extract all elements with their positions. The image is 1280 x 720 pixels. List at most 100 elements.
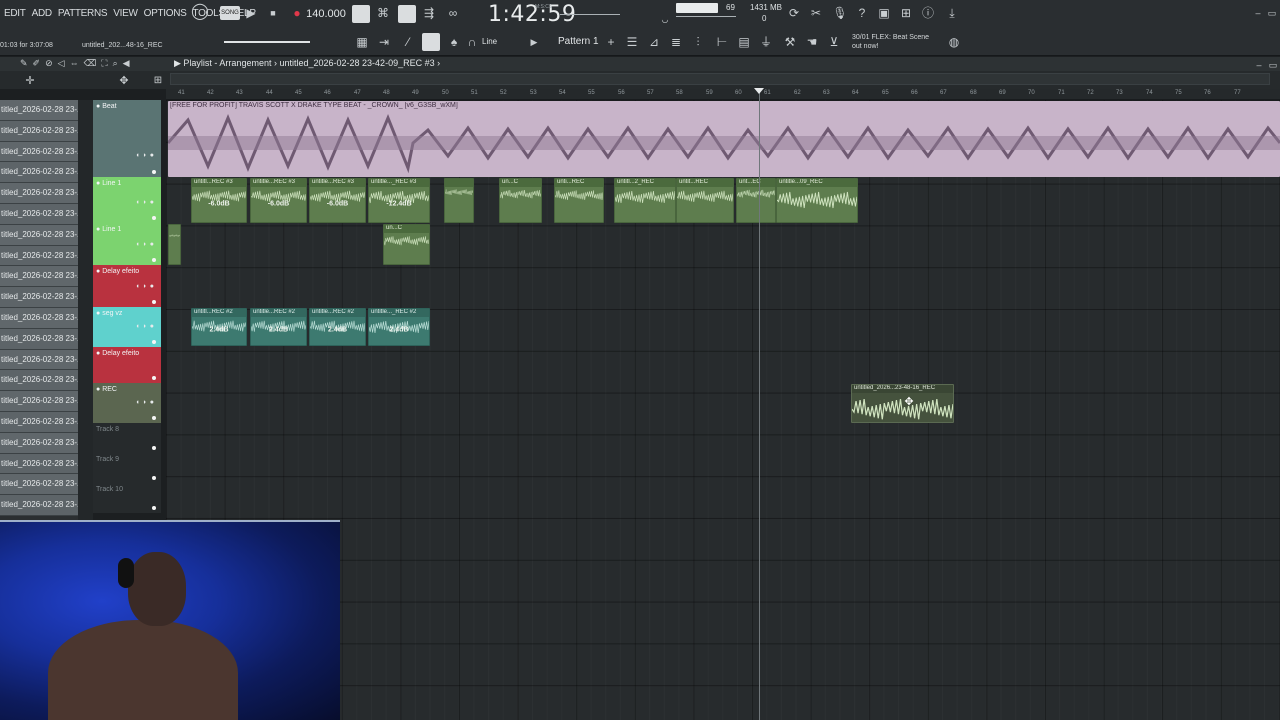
track-controls[interactable]: ◖◗● <box>135 241 157 248</box>
arrangement-overview[interactable] <box>170 73 1270 85</box>
playlist-icon[interactable]: ☰ <box>624 34 640 50</box>
download-icon[interactable]: ⤓ <box>944 5 960 21</box>
file-icon[interactable]: ▤ <box>736 34 752 50</box>
delete-icon[interactable]: ⊘ <box>45 58 53 69</box>
audio-clip-rec[interactable]: untitled_2026...23-48-16_REC ✥ <box>851 384 954 423</box>
audio-clip[interactable]: untitle...REC #3 -6.0dB <box>309 178 366 223</box>
track-led-icon[interactable]: ● <box>96 386 100 393</box>
browser-item[interactable]: titled_2026-02-28 23-... <box>0 245 78 267</box>
track-header-line1[interactable]: ● Line 1 ◖◗● <box>93 177 161 223</box>
browser-item[interactable]: titled_2026-02-28 23-... <box>0 474 78 496</box>
audio-clip[interactable]: untitle..._REC #3 -12.4dB <box>368 178 430 223</box>
menu-edit[interactable]: EDIT <box>4 8 26 19</box>
hand-icon[interactable]: ☚ <box>804 34 820 50</box>
browser-item[interactable]: titled_2026-02-28 23-... <box>0 287 78 308</box>
master-volume-slider[interactable] <box>224 41 310 43</box>
zoom-icon[interactable]: ⌕ <box>113 58 118 69</box>
snap-arrow-icon[interactable]: ⇥ <box>376 34 392 50</box>
audio-clip[interactable]: untit...REC <box>676 178 734 223</box>
browser-item[interactable]: titled_2026-02-28 23-... <box>0 432 78 454</box>
track-header-8[interactable]: Track 8 <box>93 423 161 453</box>
browser-icon[interactable]: ⊢ <box>714 34 730 50</box>
menu-view[interactable]: VIEW <box>113 8 138 19</box>
pattern-arrow-icon[interactable]: ▶ <box>528 34 540 50</box>
refresh-icon[interactable]: ⟳ <box>786 5 802 21</box>
browser-item[interactable]: titled_2026-02-28 23-... <box>0 100 78 121</box>
globe-icon[interactable]: ◍ <box>946 34 962 50</box>
track-header-delay-1[interactable]: ● Delay efeito ◖◗● <box>93 265 161 307</box>
track-header-delay-2[interactable]: ● Delay efeito <box>93 347 161 383</box>
tools-icon[interactable]: ⚒ <box>782 34 798 50</box>
audio-clip[interactable]: un...C <box>383 224 430 265</box>
move-icon[interactable]: ✥ <box>118 73 130 89</box>
minimize-icon[interactable]: – <box>1252 5 1264 21</box>
track-led-icon[interactable]: ● <box>96 180 100 187</box>
audio-clip[interactable] <box>168 224 181 265</box>
track-select-dot[interactable] <box>152 376 156 380</box>
browser-item[interactable]: titled_2026-02-28 23-... <box>0 495 78 516</box>
track-select-dot[interactable] <box>152 416 156 420</box>
browser-item[interactable]: titled_2026-02-28 23-... <box>0 453 78 475</box>
piano-roll-icon[interactable]: ⊿ <box>646 34 662 50</box>
cart-icon[interactable]: ⊻ <box>826 34 842 50</box>
playhead[interactable] <box>759 89 760 720</box>
countdown-button[interactable] <box>398 5 416 23</box>
track-header-rec[interactable]: ● REC ◖◗● <box>93 383 161 423</box>
select-icon[interactable]: ⛶ <box>101 58 107 69</box>
audio-clip[interactable]: unt...EC <box>736 178 776 223</box>
track-led-icon[interactable]: ● <box>96 350 100 357</box>
loop-record-icon[interactable]: ∞ <box>444 5 462 21</box>
browser-item[interactable]: titled_2026-02-28 23-... <box>0 266 78 288</box>
add-pattern-icon[interactable]: + <box>606 34 616 50</box>
browser-item[interactable]: titled_2026-02-28 23-... <box>0 141 78 163</box>
track-header-seg-vz[interactable]: ● seg vz ◖◗● <box>93 307 161 347</box>
slice-icon[interactable]: ⌫ <box>84 58 97 69</box>
browser-scrollbar[interactable] <box>78 100 93 520</box>
audio-clip[interactable] <box>444 178 474 223</box>
paint-icon[interactable]: ✐ <box>33 58 41 69</box>
wait-input-icon[interactable]: ⌘ <box>374 5 392 21</box>
track-led-icon[interactable]: ● <box>96 103 100 110</box>
track-select-dot[interactable] <box>152 340 156 344</box>
browser-item[interactable]: titled_2026-02-28 23-... <box>0 162 78 184</box>
mixer-link-icon[interactable]: ⊞ <box>152 73 164 89</box>
playlist-arrow-icon[interactable]: ▶ <box>174 58 183 68</box>
track-select-dot[interactable] <box>152 170 156 174</box>
snap-mode-label[interactable]: Line <box>482 37 497 46</box>
track-header-10[interactable]: Track 10 <box>93 483 161 513</box>
browser-item[interactable]: titled_2026-02-28 23-... <box>0 328 78 350</box>
audio-clip[interactable]: untitl...2_REC <box>614 178 676 223</box>
track-led-icon[interactable]: ● <box>96 310 100 317</box>
pencil-icon[interactable]: ✎ <box>20 58 28 69</box>
track-controls[interactable]: ◖◗● <box>135 399 157 406</box>
menu-options[interactable]: OPTIONS <box>144 8 187 19</box>
piano-icon[interactable]: ▦ <box>354 34 370 50</box>
news-line-2[interactable]: out now! <box>852 42 878 51</box>
browser-item[interactable]: titled_2026-02-28 23-... <box>0 307 78 329</box>
track-controls[interactable]: ◖◗● <box>135 323 157 330</box>
browser-item[interactable]: titled_2026-02-28 23-... <box>0 411 78 433</box>
track-controls[interactable]: ◖◗● <box>135 152 157 159</box>
audio-clip[interactable]: untitle..._REC #2 2.4dB <box>368 308 430 346</box>
slip-icon[interactable]: ⇔ <box>70 58 79 69</box>
track-select-dot[interactable] <box>152 258 156 262</box>
track-select-dot[interactable] <box>152 506 156 510</box>
audio-clip-beat[interactable]: [FREE FOR PROFIT] TRAVIS SCOTT X DRAKE T… <box>168 101 1280 177</box>
track-select-dot[interactable] <box>152 300 156 304</box>
audio-clip[interactable]: un...C <box>499 178 542 223</box>
info-icon[interactable]: ⓘ <box>920 5 936 21</box>
track-led-icon[interactable]: ● <box>96 268 100 275</box>
tempo-display[interactable]: 140.000 <box>304 6 348 22</box>
play-button[interactable]: ▶ <box>244 5 258 21</box>
track-header-beat[interactable]: ● Beat ◖◗● <box>93 100 161 177</box>
browser-item[interactable]: titled_2026-02-28 23-... <box>0 391 78 412</box>
magnet-icon[interactable]: ∩ <box>466 34 478 50</box>
timeline-ruler[interactable]: 41 42 43 44 45 46 47 48 49 50 51 52 53 5… <box>166 89 1280 100</box>
metronome-button[interactable] <box>352 5 370 23</box>
track-controls[interactable]: ◖◗● <box>135 283 157 290</box>
playhead-marker[interactable] <box>754 88 764 94</box>
browser-item[interactable]: titled_2026-02-28 23-... <box>0 183 78 204</box>
microphone-icon[interactable]: 🎙 <box>832 5 848 21</box>
channel-rack-icon[interactable]: ≣ <box>668 34 684 50</box>
browser-item[interactable]: titled_2026-02-28 23-... <box>0 349 78 371</box>
